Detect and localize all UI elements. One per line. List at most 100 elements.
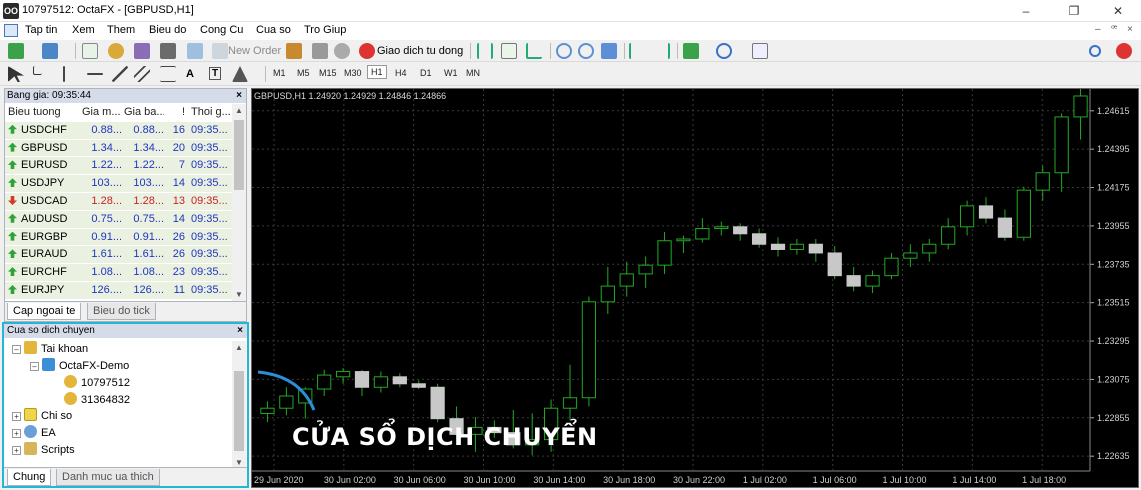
navigator-toggle-icon[interactable] (134, 43, 150, 59)
tree-item-server[interactable]: – OctaFX-Demo (30, 358, 129, 374)
collapse-icon[interactable]: – (30, 362, 39, 371)
tile-windows-icon[interactable] (601, 43, 617, 59)
timeframe-m5-button[interactable]: M5 (297, 68, 310, 78)
terminal-toggle-icon[interactable] (160, 43, 176, 59)
indicators-icon[interactable] (683, 43, 699, 59)
timeframe-m1-button[interactable]: M1 (273, 68, 286, 78)
timeframe-mn-button[interactable]: MN (466, 68, 480, 78)
timeframe-h1-button[interactable]: H1 (367, 65, 387, 79)
autoscroll-icon[interactable] (654, 43, 670, 59)
new-order-icon[interactable] (212, 43, 228, 59)
table-row[interactable]: AUDUSD 0.75... 0.75... 14 09:35... (5, 210, 233, 229)
column-header-bid[interactable]: Gia m... (82, 104, 122, 122)
horizontal-line-icon[interactable] (87, 73, 103, 75)
column-header-time[interactable]: Thoi g... (191, 104, 231, 122)
scrollbar-thumb[interactable] (234, 120, 244, 190)
navigator-scrollbar[interactable]: ▲ ▼ (232, 341, 246, 469)
tab-symbols[interactable]: Cap ngoai te (7, 303, 82, 320)
tree-item-accounts[interactable]: – Tai khoan (12, 341, 88, 357)
cursor-icon[interactable] (8, 66, 24, 82)
scroll-down-icon[interactable]: ▼ (232, 290, 246, 299)
templates-icon[interactable] (752, 43, 768, 59)
table-row[interactable]: GBPUSD 1.34... 1.34... 20 09:35... (5, 139, 233, 158)
crosshair-icon[interactable] (33, 66, 42, 75)
text-tool-button[interactable]: A (186, 68, 194, 80)
auto-trading-button[interactable]: Giao dich tu dong (377, 45, 463, 57)
chart-shift-icon[interactable] (629, 43, 645, 59)
bar-chart-icon[interactable] (477, 43, 493, 59)
menu-view[interactable]: Xem (72, 24, 95, 36)
tree-item-scripts[interactable]: + Scripts (12, 442, 75, 458)
expand-icon[interactable]: + (12, 446, 21, 455)
column-header-symbol[interactable]: Bieu tuong (8, 104, 80, 122)
tree-item-experts[interactable]: + EA (12, 425, 56, 441)
table-row[interactable]: EURCHF 1.08... 1.08... 23 09:35... (5, 264, 233, 282)
signals-icon[interactable] (334, 43, 350, 59)
scroll-down-icon[interactable]: ▼ (232, 458, 246, 467)
line-chart-icon[interactable] (526, 43, 542, 59)
table-row[interactable]: USDJPY 103.... 103.... 14 09:35... (5, 175, 233, 193)
table-row[interactable]: EURGBP 0.91... 0.91... 26 09:35... (5, 228, 233, 247)
menu-insert[interactable]: Them (107, 24, 135, 36)
tree-item-account[interactable]: 31364832 (64, 392, 130, 408)
periods-icon[interactable] (716, 43, 732, 59)
zoom-out-icon[interactable] (578, 43, 594, 59)
tab-tick-chart[interactable]: Bieu do tick (87, 303, 156, 320)
collapse-icon[interactable]: – (12, 345, 21, 354)
search-icon[interactable] (1089, 45, 1101, 57)
market-watch-toggle-icon[interactable] (82, 43, 98, 59)
close-button[interactable]: ✕ (1095, 0, 1141, 22)
document-menu-icon[interactable] (4, 24, 18, 37)
navigator-close-button[interactable]: × (237, 324, 243, 338)
text-label-button[interactable]: T (209, 67, 222, 80)
channel-icon[interactable] (134, 66, 150, 82)
trendline-icon[interactable] (112, 66, 128, 82)
timeframe-w1-button[interactable]: W1 (444, 68, 458, 78)
timeframe-h4-button[interactable]: H4 (395, 68, 407, 78)
table-row[interactable]: EURJPY 126.... 126.... 11 09:35... (5, 281, 233, 300)
minimize-button[interactable]: – (1003, 0, 1049, 22)
table-row[interactable]: USDCAD 1.28... 1.28... 13 09:35... (5, 192, 233, 211)
new-chart-icon[interactable] (8, 43, 24, 59)
timeframe-m15-button[interactable]: M15 (319, 68, 337, 78)
menu-help[interactable]: Tro Giup (304, 24, 346, 36)
table-row[interactable]: EURAUD 1.61... 1.61... 26 09:35... (5, 246, 233, 265)
fibonacci-icon[interactable] (160, 66, 176, 82)
scroll-up-icon[interactable]: ▲ (232, 106, 246, 115)
candlestick-chart-icon[interactable] (501, 43, 517, 59)
market-watch-scrollbar[interactable]: ▲ ▼ (232, 104, 246, 301)
table-row[interactable]: EURUSD 1.22... 1.22... 7 09:35... (5, 157, 233, 176)
menu-window[interactable]: Cua so (256, 24, 291, 36)
notifications-icon[interactable] (1116, 43, 1132, 59)
zoom-in-icon[interactable] (556, 43, 572, 59)
timeframe-m30-button[interactable]: M30 (344, 68, 362, 78)
alert-icon[interactable] (312, 43, 328, 59)
data-window-icon[interactable] (108, 43, 124, 59)
menu-tools[interactable]: Cong Cu (200, 24, 243, 36)
new-order-button[interactable]: New Order (228, 45, 281, 57)
tree-item-indicators[interactable]: + Chi so (12, 408, 72, 424)
metaeditor-icon[interactable] (286, 43, 302, 59)
tab-common[interactable]: Chung (7, 469, 52, 486)
column-header-ask[interactable]: Gia ba... (124, 104, 164, 122)
strategy-tester-icon[interactable] (187, 43, 203, 59)
mdi-close-button[interactable]: × (1127, 24, 1133, 35)
expand-icon[interactable]: + (12, 412, 21, 421)
expand-icon[interactable]: + (12, 429, 21, 438)
profiles-icon[interactable] (42, 43, 58, 59)
scrollbar-thumb[interactable] (234, 371, 244, 451)
menu-file[interactable]: Tap tin (25, 24, 57, 36)
maximize-button[interactable]: ❐ (1051, 0, 1097, 22)
arrows-icon[interactable] (232, 66, 248, 82)
table-row[interactable]: USDCHF 0.88... 0.88... 16 09:35... (5, 121, 233, 140)
mdi-minimize-button[interactable]: – (1095, 24, 1101, 35)
auto-trading-icon[interactable] (359, 43, 375, 59)
scroll-up-icon[interactable]: ▲ (232, 343, 246, 352)
mdi-restore-button[interactable]: ꟹ (1111, 24, 1117, 35)
menu-charts[interactable]: Bieu do (149, 24, 186, 36)
tree-item-account[interactable]: 10797512 (64, 375, 130, 391)
tab-favorites[interactable]: Danh muc ua thich (56, 469, 160, 486)
market-watch-close-button[interactable]: × (236, 89, 242, 103)
vertical-line-icon[interactable] (63, 66, 65, 82)
column-header-spread[interactable]: ! (165, 104, 185, 122)
